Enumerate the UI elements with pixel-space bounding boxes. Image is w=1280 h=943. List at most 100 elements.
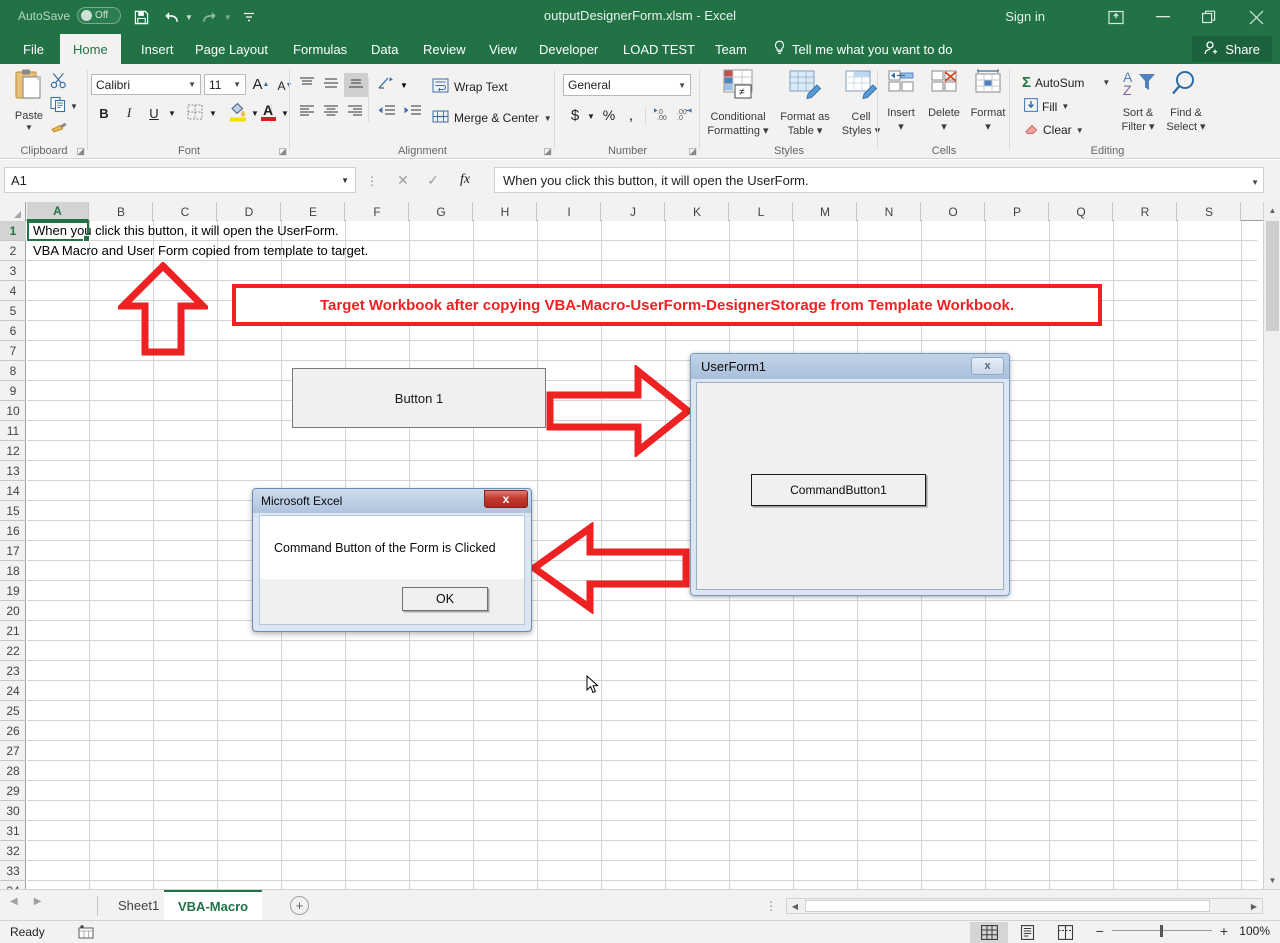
- paste-dropdown-caret[interactable]: ▼: [25, 123, 33, 132]
- sheet-tab-vba-macro[interactable]: VBA-Macro: [164, 890, 263, 921]
- userform-close-icon[interactable]: x: [971, 357, 1004, 375]
- tell-me-search[interactable]: Tell me what you want to do: [760, 34, 965, 64]
- row-header-11[interactable]: 11: [0, 421, 26, 441]
- zoom-control[interactable]: − + 100%: [1096, 923, 1270, 939]
- horizontal-scroll-grip[interactable]: ⋮: [765, 899, 777, 913]
- cell-A2[interactable]: VBA Macro and User Form copied from temp…: [30, 241, 368, 260]
- orientation-dropdown-caret[interactable]: ▼: [398, 77, 410, 93]
- column-header-N[interactable]: N: [858, 202, 921, 221]
- vertical-scrollbar[interactable]: ▲ ▼: [1263, 202, 1280, 889]
- alignment-dialog-launcher[interactable]: ◪: [543, 146, 552, 157]
- align-right-button[interactable]: [344, 102, 366, 124]
- font-color-button-real[interactable]: A: [257, 100, 279, 124]
- column-header-R[interactable]: R: [1114, 202, 1177, 221]
- row-header-21[interactable]: 21: [0, 621, 26, 641]
- merge-center-dropdown-caret[interactable]: ▼: [544, 114, 552, 123]
- italic-button[interactable]: I: [118, 102, 140, 124]
- row-header-22[interactable]: 22: [0, 641, 26, 661]
- column-header-D[interactable]: D: [218, 202, 281, 221]
- zoom-out-button[interactable]: −: [1096, 923, 1104, 939]
- column-header-K[interactable]: K: [666, 202, 729, 221]
- column-header-E[interactable]: E: [282, 202, 345, 221]
- normal-view-icon[interactable]: [970, 922, 1008, 943]
- formula-bar-expand-caret[interactable]: ▼: [1251, 178, 1259, 187]
- bold-button[interactable]: B: [93, 102, 115, 124]
- userform-dialog[interactable]: UserForm1 x CommandButton1: [690, 353, 1010, 596]
- scroll-left-icon[interactable]: ◀: [787, 899, 803, 913]
- row-header-27[interactable]: 27: [0, 741, 26, 761]
- row-header-6[interactable]: 6: [0, 321, 26, 341]
- horizontal-scroll-thumb[interactable]: [805, 900, 1210, 912]
- clear-dropdown-caret[interactable]: ▼: [1076, 126, 1084, 135]
- column-header-F[interactable]: F: [346, 202, 409, 221]
- minimize-icon[interactable]: [1140, 0, 1186, 34]
- orientation-button[interactable]: [374, 74, 398, 96]
- tab-file[interactable]: File: [10, 34, 57, 64]
- userform-command-button-1[interactable]: CommandButton1: [751, 474, 926, 506]
- decrease-decimal-button[interactable]: .0.00: [651, 104, 673, 126]
- column-header-J[interactable]: J: [602, 202, 665, 221]
- row-header-30[interactable]: 30: [0, 801, 26, 821]
- comma-style-button[interactable]: ,: [621, 104, 641, 126]
- column-header-C[interactable]: C: [154, 202, 217, 221]
- insert-cells-caret[interactable]: ▾: [898, 121, 904, 133]
- message-box-ok-button[interactable]: OK: [402, 587, 488, 611]
- row-header-17[interactable]: 17: [0, 541, 26, 561]
- name-box-dropdown-caret[interactable]: ▼: [341, 176, 349, 185]
- tab-team[interactable]: Team: [702, 34, 760, 64]
- row-header-26[interactable]: 26: [0, 721, 26, 741]
- row-header-4[interactable]: 4: [0, 281, 26, 301]
- delete-cells-caret[interactable]: ▾: [941, 121, 947, 133]
- row-header-2[interactable]: 2: [0, 241, 26, 261]
- share-button[interactable]: Share: [1192, 36, 1272, 62]
- underline-button[interactable]: U: [143, 102, 165, 124]
- row-header-20[interactable]: 20: [0, 601, 26, 621]
- row-header-1[interactable]: 1: [0, 221, 26, 241]
- tab-data[interactable]: Data: [358, 34, 411, 64]
- autosum-button[interactable]: Σ AutoSum ▼: [1022, 74, 1110, 91]
- clear-button[interactable]: Clear ▼: [1024, 122, 1084, 138]
- align-left-button[interactable]: [296, 102, 318, 124]
- tab-review[interactable]: Review: [410, 34, 479, 64]
- row-header-31[interactable]: 31: [0, 821, 26, 841]
- row-header-23[interactable]: 23: [0, 661, 26, 681]
- column-header-G[interactable]: G: [410, 202, 473, 221]
- column-header-H[interactable]: H: [474, 202, 537, 221]
- borders-button[interactable]: [184, 102, 206, 124]
- column-header-B[interactable]: B: [90, 202, 153, 221]
- scroll-down-icon[interactable]: ▼: [1264, 872, 1280, 889]
- copy-dropdown-caret[interactable]: ▼: [70, 102, 78, 111]
- number-dialog-launcher[interactable]: ◪: [688, 146, 697, 157]
- align-middle-button[interactable]: [320, 74, 342, 96]
- column-header-I[interactable]: I: [538, 202, 601, 221]
- sheet-tab-sheet1[interactable]: Sheet1: [104, 890, 173, 921]
- row-header-16[interactable]: 16: [0, 521, 26, 541]
- column-header-M[interactable]: M: [794, 202, 857, 221]
- record-macro-icon[interactable]: [78, 925, 94, 942]
- find-select-button[interactable]: Find & Select ▾: [1162, 68, 1210, 133]
- row-header-32[interactable]: 32: [0, 841, 26, 861]
- row-header-28[interactable]: 28: [0, 761, 26, 781]
- row-header-12[interactable]: 12: [0, 441, 26, 461]
- row-header-33[interactable]: 33: [0, 861, 26, 881]
- paste-button[interactable]: Paste ▼: [8, 68, 50, 132]
- percent-style-button[interactable]: %: [599, 104, 619, 126]
- message-box-dialog[interactable]: Microsoft Excel x Command Button of the …: [252, 488, 532, 632]
- zoom-in-button[interactable]: +: [1220, 923, 1228, 939]
- row-header-15[interactable]: 15: [0, 501, 26, 521]
- row-header-24[interactable]: 24: [0, 681, 26, 701]
- restore-icon[interactable]: [1186, 0, 1232, 34]
- row-header-19[interactable]: 19: [0, 581, 26, 601]
- row-header-5[interactable]: 5: [0, 301, 26, 321]
- tab-home[interactable]: Home: [60, 34, 121, 64]
- horizontal-scrollbar[interactable]: ◀ ▶: [786, 898, 1263, 914]
- fill-button[interactable]: Fill ▼: [1024, 98, 1069, 115]
- ribbon-display-options-icon[interactable]: [1092, 0, 1140, 34]
- format-as-table-button[interactable]: Format as Table ▾: [774, 68, 836, 137]
- row-header-9[interactable]: 9: [0, 381, 26, 401]
- row-header-29[interactable]: 29: [0, 781, 26, 801]
- decrease-indent-button[interactable]: [374, 102, 398, 124]
- fill-color-button[interactable]: [227, 100, 249, 124]
- tab-load-test[interactable]: LOAD TEST: [610, 34, 708, 64]
- name-box[interactable]: A1 ▼: [4, 167, 356, 193]
